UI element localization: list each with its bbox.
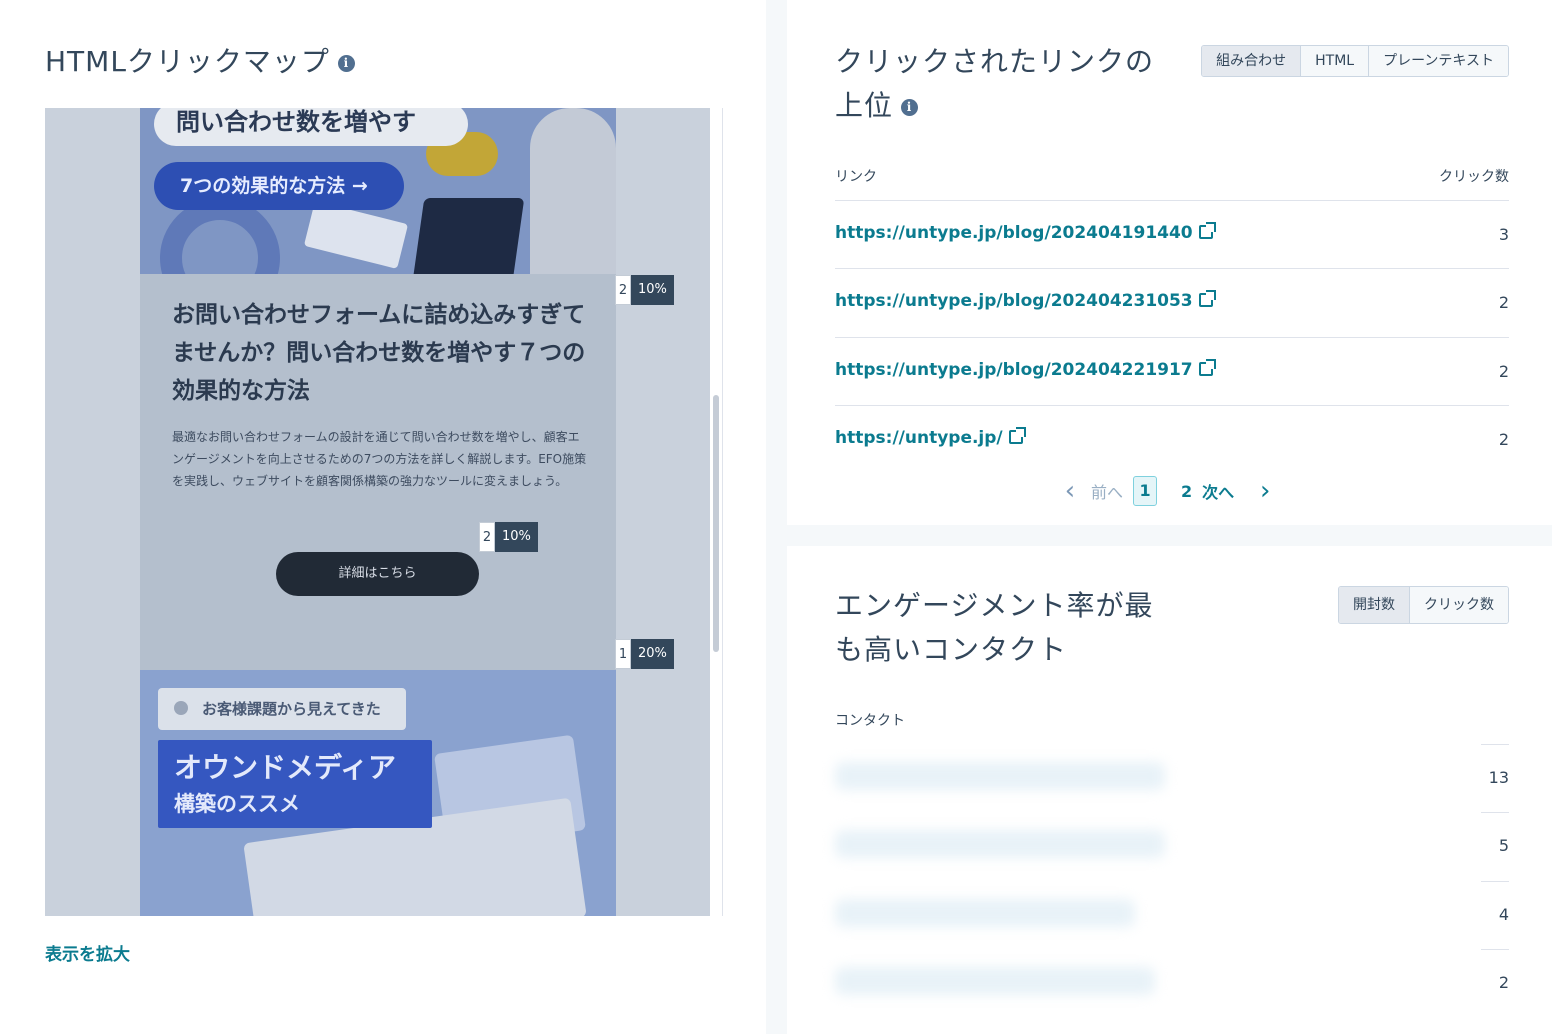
engaged-contacts-title-line1: エンゲージメント率が最 [835,589,1154,622]
calendar-decoration [303,201,409,269]
article-body: 最適なお問い合わせフォームの設計を通じて問い合わせ数を増やし、顧客エンゲージメン… [172,430,587,488]
column-header-clicks[interactable]: クリック数 [1439,166,1509,186]
toggle-opens[interactable]: 開封数 [1339,587,1409,623]
person-illustration [530,108,616,274]
table-row: https://untype.jp/blog/202404231053 2 [835,268,1509,336]
table-row: https://untype.jp/blog/202404191440 3 [835,200,1509,268]
column-header-link: リンク [835,169,877,185]
hero-pill: 7つの効果的な方法 → [154,162,404,210]
second-article-image: お客様課題から見えてきた オウンドメディア 構築のススメ [140,670,616,916]
headline-big: オウンドメディア [174,751,397,784]
badge-count: 2 [615,275,631,305]
contact-row: 4 [835,881,1509,949]
table-row: https://untype.jp/ 2 [835,405,1509,473]
article-headline-box: オウンドメディア 構築のススメ [158,740,432,828]
click-map-title: HTMLクリックマップ i [45,40,355,84]
contact-count: 5 [1498,836,1509,855]
page-1-button[interactable]: 1 [1133,476,1158,506]
blurred-contact[interactable] [835,899,1135,927]
link-type-toggle: 組み合わせ HTML プレーンテキスト [1201,45,1509,77]
badge-count: 2 [479,522,495,552]
email-preview[interactable]: 問い合わせ数を増やす 7つの効果的な方法 → お問い合わせフォームに詰め込みすぎ… [45,108,723,916]
laptop-illustration [411,198,525,274]
badge-count: 1 [615,639,631,669]
contact-row: 5 [835,812,1509,880]
click-count: 2 [1498,362,1509,381]
headline-small: 構築のススメ [174,792,300,816]
click-count: 3 [1498,225,1509,244]
contact-row: 2 [835,949,1509,1017]
hero-title: 問い合わせ数を増やす [154,108,468,146]
external-link-icon [1198,359,1216,376]
row-divider [1481,881,1509,882]
email-content: 問い合わせ数を増やす 7つの効果的な方法 → お問い合わせフォームに詰め込みすぎ… [140,108,616,916]
hero-image: 問い合わせ数を増やす 7つの効果的な方法 → [140,108,616,274]
toggle-combined[interactable]: 組み合わせ [1202,46,1301,76]
link-url[interactable]: https://untype.jp/ [835,427,1026,448]
click-map-title-text: HTMLクリックマップ [45,45,330,78]
badge-percent: 20% [631,639,674,669]
toggle-html[interactable]: HTML [1300,46,1369,76]
badge-percent: 10% [495,522,538,552]
contact-count: 4 [1498,905,1509,924]
contact-count: 13 [1488,768,1509,787]
pagination: ‹ 前へ 1 2 次へ › [1057,474,1278,508]
external-link-icon [1198,290,1216,307]
row-divider [1481,744,1509,745]
external-link-icon [1198,222,1216,239]
toggle-plaintext[interactable]: プレーンテキスト [1368,46,1508,76]
toggle-clicks[interactable]: クリック数 [1409,587,1508,623]
column-header-contact: コンタクト [835,713,905,729]
click-badge[interactable]: 2 10% [479,522,538,552]
top-links-title-line1: クリックされたリンクの [835,45,1155,78]
click-badge[interactable]: 2 10% [615,275,674,305]
blurred-contact[interactable] [835,830,1165,858]
engaged-contacts-card: エンゲージメント率が最 も高いコンタクト 開封数 クリック数 コンタクト 13 … [787,546,1552,1034]
engaged-contacts-title-line2: も高いコンタクト [835,633,1068,666]
engagement-metric-toggle: 開封数 クリック数 [1338,586,1509,624]
next-page-button[interactable]: 次へ [1202,479,1234,503]
engaged-contacts-title: エンゲージメント率が最 も高いコンタクト [835,584,1153,672]
contact-row: 13 [835,744,1509,812]
detail-button[interactable]: 詳細はこちら [276,552,479,596]
top-links-title: クリックされたリンクの 上位 i [835,40,1154,128]
click-badge[interactable]: 1 20% [615,639,674,669]
badge-percent: 10% [631,275,674,305]
row-divider [1481,812,1509,813]
info-icon[interactable]: i [901,98,919,116]
page-2-button[interactable]: 2 [1181,482,1192,501]
top-links-title-line2: 上位 [835,89,894,122]
article-title: お問い合わせフォームに詰め込みすぎてませんか？問い合わせ数を増やす７つの効果的な… [172,302,586,404]
expand-view-link[interactable]: 表示を拡大 [45,940,130,965]
external-link-icon [1008,427,1026,444]
click-count: 2 [1498,293,1509,312]
link-url[interactable]: https://untype.jp/blog/202404231053 [835,290,1216,311]
row-divider [1481,949,1509,950]
link-url[interactable]: https://untype.jp/blog/202404191440 [835,222,1216,243]
article-tag: お客様課題から見えてきた [158,688,406,730]
preview-scrollbar-thumb[interactable] [713,395,719,652]
blurred-contact[interactable] [835,762,1165,790]
link-url[interactable]: https://untype.jp/blog/202404221917 [835,359,1216,380]
chevron-left-icon[interactable]: ‹ [1057,476,1083,506]
top-links-card: クリックされたリンクの 上位 i 組み合わせ HTML プレーンテキスト リンク … [787,0,1552,525]
click-count: 2 [1498,430,1509,449]
prev-page-button[interactable]: 前へ [1091,479,1123,503]
table-row: https://untype.jp/blog/202404221917 2 [835,337,1509,405]
click-map-card: HTMLクリックマップ i 問い合わせ数を増やす 7つの効果的な方法 → お問い合… [0,0,766,1034]
chevron-right-icon[interactable]: › [1252,476,1278,506]
info-icon[interactable]: i [337,54,355,72]
contact-count: 2 [1498,973,1509,992]
blurred-contact[interactable] [835,967,1155,995]
